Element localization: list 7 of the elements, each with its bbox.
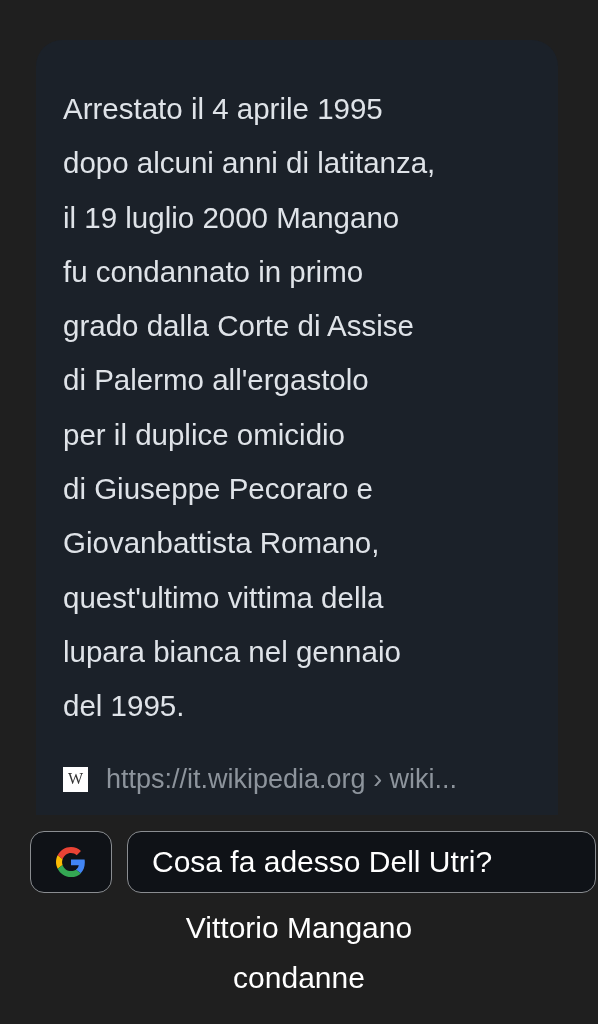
wikipedia-favicon-icon: W [63,766,88,792]
google-button[interactable] [30,831,112,893]
google-logo-icon [56,847,86,877]
suggestion-chip[interactable]: Cosa fa adesso Dell Utri? [127,831,596,893]
source-link[interactable]: https://it.wikipedia.org › wiki... [106,763,458,795]
answer-paragraph: Arrestato il 4 aprile 1995 dopo alcuni anni di latitanza, il 19 luglio 2000 Mangano fu condannato in primo grado dalla Corte di Assise di Palermo all'ergastolo per il duplice omicidio di Giuseppe Pecoraro e Giovanbattista Romano, quest'ultimo vittima della lupara bianca nel gennaio del 1995. [63,91,437,725]
suggestion-text: Vittorio Mangano condanne [184,910,414,996]
